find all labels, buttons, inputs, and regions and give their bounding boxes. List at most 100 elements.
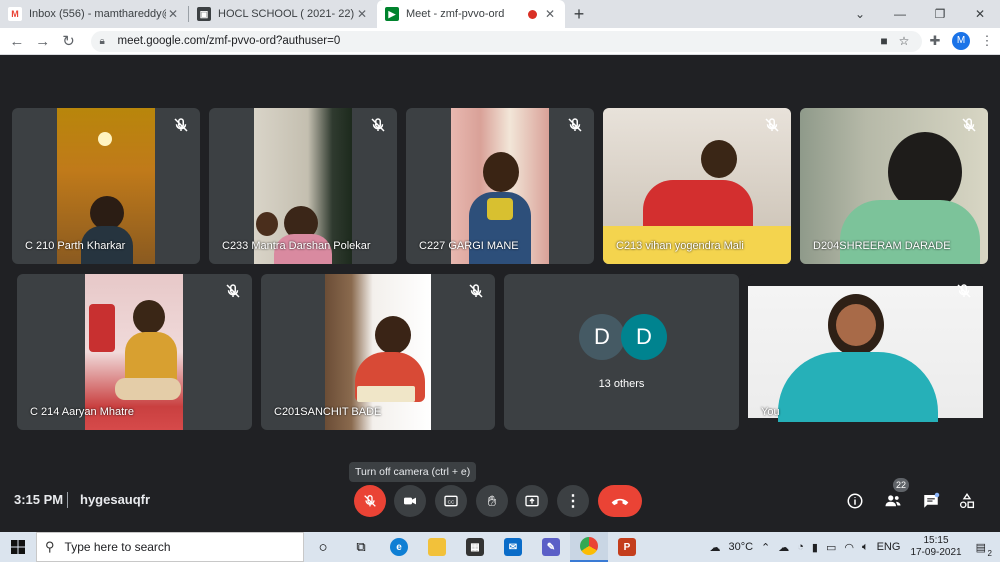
close-icon[interactable]: ✕ xyxy=(543,7,557,21)
participant-name: C 210 Parth Kharkar xyxy=(25,240,126,252)
participant-tile[interactable]: C 210 Parth Kharkar xyxy=(12,108,200,264)
forward-icon[interactable]: → xyxy=(30,33,56,50)
taskbar-app-explorer[interactable] xyxy=(418,532,456,562)
menu-kebab-icon[interactable]: ⋮ xyxy=(974,33,1000,49)
mic-off-icon xyxy=(226,284,240,298)
participant-name: C213 vihan yogendra Mali xyxy=(616,240,744,252)
taskbar-app-edge[interactable]: e xyxy=(380,532,418,562)
taskbar-app-chrome[interactable] xyxy=(570,532,608,562)
task-view-button[interactable]: ⧉ xyxy=(342,532,380,562)
restore-icon[interactable]: ❐ xyxy=(920,7,960,21)
input-language[interactable]: ENG xyxy=(877,541,901,553)
people-count-badge: 22 xyxy=(893,478,909,492)
clock-time: 15:15 xyxy=(923,535,949,546)
activities-button[interactable] xyxy=(956,490,978,512)
participant-tile[interactable]: D204SHREERAM DARADE xyxy=(800,108,988,264)
whiteboard-icon: ✎ xyxy=(542,538,560,556)
windows-logo-icon xyxy=(11,540,25,554)
chat-button[interactable] xyxy=(920,490,942,512)
system-clock[interactable]: 15:15 17-09-2021 xyxy=(910,535,961,559)
tab-title: Meet - zmf-pvvo-ord xyxy=(406,8,505,20)
clock-date: 17-09-2021 xyxy=(910,547,962,558)
participant-tile[interactable]: C201SANCHIT BADE xyxy=(261,274,495,430)
meeting-details-button[interactable] xyxy=(844,490,866,512)
taskbar-app-mail[interactable]: ✉ xyxy=(494,532,532,562)
windows-taskbar: ⚲ Type here to search ○ ⧉ e ▦ ✉ ✎ P ☁ 30… xyxy=(0,532,1000,562)
system-tray: ☁ 30°C ⌃ ☁ ◔ ▮ ▭ ◠ 🔈︎ ENG 15:15 17-09-20… xyxy=(705,532,1000,562)
url-text: meet.google.com/zmf-pvvo-ord?authuser=0 xyxy=(117,35,341,47)
raise-hand-button[interactable]: ✋︎ xyxy=(476,485,508,517)
phone-hangup-icon xyxy=(611,498,629,506)
bookmark-star-icon[interactable]: ☆ xyxy=(894,34,914,48)
back-icon[interactable]: ← xyxy=(4,33,30,50)
tab-classroom[interactable]: ▣ HOCL SCHOOL ( 2021- 22) CLAS ✕ xyxy=(189,0,377,28)
others-tile[interactable]: D D 13 others xyxy=(504,274,739,430)
leave-call-button[interactable] xyxy=(598,485,642,517)
participant-tile[interactable]: C213 vihan yogendra Mali xyxy=(603,108,791,264)
minimize-icon[interactable]: — xyxy=(880,7,920,21)
camera-toggle-button[interactable] xyxy=(394,485,426,517)
others-avatar: D xyxy=(579,314,625,360)
taskbar-app-whiteboard[interactable]: ✎ xyxy=(532,532,570,562)
participant-tile[interactable]: C233 Mantra Darshan Polekar xyxy=(209,108,397,264)
participant-name: C227 GARGI MANE xyxy=(419,240,519,252)
kebab-icon: ⋮ xyxy=(565,493,581,510)
taskbar-app-powerpoint[interactable]: P xyxy=(608,532,646,562)
cortana-icon: ○ xyxy=(318,538,328,556)
close-icon[interactable]: ✕ xyxy=(166,7,180,21)
reload-icon[interactable]: ↻ xyxy=(56,32,82,50)
address-bar[interactable]: 🔒︎ meet.google.com/zmf-pvvo-ord?authuser… xyxy=(91,30,922,52)
taskbar-app-store[interactable]: ▦ xyxy=(456,532,494,562)
tab-gmail[interactable]: M Inbox (556) - mamthareddy@me ✕ xyxy=(0,0,188,28)
people-button[interactable] xyxy=(882,490,904,512)
tab-search-icon[interactable]: ⌄ xyxy=(840,7,880,21)
captions-icon: CC xyxy=(444,495,458,507)
tab-meet[interactable]: ▶ Meet - zmf-pvvo-ord ✕ xyxy=(377,0,565,28)
meet-icon: ▶ xyxy=(385,7,399,21)
tray-chevron-icon[interactable]: ⌃ xyxy=(761,541,770,554)
people-icon xyxy=(885,495,901,507)
participant-name: D204SHREERAM DARADE xyxy=(813,240,951,252)
more-options-button[interactable]: ⋮ xyxy=(557,485,589,517)
info-icon xyxy=(847,493,863,509)
self-tile[interactable]: You xyxy=(748,274,983,430)
participant-name: C 214 Aaryan Mhatre xyxy=(30,406,134,418)
others-count: 13 others xyxy=(598,378,645,390)
mic-toggle-button[interactable] xyxy=(354,485,386,517)
folder-icon xyxy=(428,538,446,556)
new-tab-button[interactable]: + xyxy=(565,0,593,28)
extensions-icon[interactable]: ✚ xyxy=(922,33,948,49)
camera-in-use-icon[interactable]: ■ xyxy=(874,34,894,48)
chrome-icon xyxy=(580,537,598,555)
mic-off-icon xyxy=(364,494,376,507)
weather-icon[interactable]: ☁ xyxy=(709,541,720,554)
window-close-icon[interactable]: ✕ xyxy=(960,7,1000,21)
participant-tile[interactable]: C 214 Aaryan Mhatre xyxy=(17,274,252,430)
microphone-icon[interactable]: ▮ xyxy=(812,541,818,554)
captions-button[interactable]: CC xyxy=(435,485,467,517)
wifi-icon[interactable]: ◠ xyxy=(844,541,854,554)
start-button[interactable] xyxy=(0,532,36,562)
close-icon[interactable]: ✕ xyxy=(355,7,369,21)
profile-avatar[interactable]: M xyxy=(952,32,970,50)
cortana-button[interactable]: ○ xyxy=(304,532,342,562)
mic-off-icon xyxy=(371,118,385,132)
search-icon: ⚲ xyxy=(45,539,55,554)
mic-off-icon xyxy=(469,284,483,298)
tab-title: Inbox (556) - mamthareddy@me xyxy=(29,8,166,20)
present-screen-button[interactable] xyxy=(516,485,548,517)
taskbar-search-box[interactable]: ⚲ Type here to search xyxy=(36,532,304,562)
participant-tile[interactable]: C227 GARGI MANE xyxy=(406,108,594,264)
lock-icon[interactable]: 🔒︎ xyxy=(99,36,111,47)
camera-icon xyxy=(404,497,416,505)
notifications-icon[interactable]: ▤ 2 xyxy=(976,541,992,558)
mic-off-icon xyxy=(568,118,582,132)
volume-icon[interactable]: 🔈︎ xyxy=(862,541,869,554)
weather-temp[interactable]: 30°C xyxy=(728,541,753,553)
onedrive-icon[interactable]: ☁ xyxy=(778,541,789,554)
task-view-icon: ⧉ xyxy=(356,539,366,554)
mic-off-icon xyxy=(957,284,971,298)
network-icon[interactable]: ◔ xyxy=(797,541,804,553)
meeting-time: 3:15 PM xyxy=(14,492,64,507)
battery-icon[interactable]: ▭ xyxy=(826,541,836,554)
